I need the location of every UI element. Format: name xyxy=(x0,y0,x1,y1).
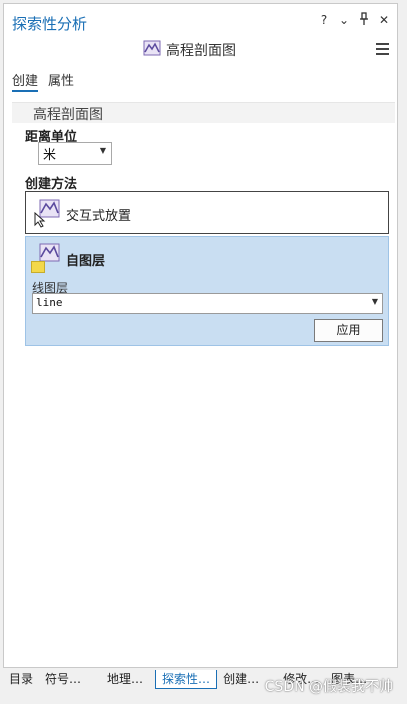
bottom-tab-create[interactable]: 创建… xyxy=(217,670,265,688)
exploratory-analysis-pane: 探索性分析 ? ⌄ ✕ 高程剖面图 创建 属性 高程剖面图 距离单位 米 ▼ 创… xyxy=(3,3,398,668)
bottom-tab-catalog[interactable]: 目录 xyxy=(3,670,39,688)
cursor-icon xyxy=(34,212,46,228)
chevron-down-icon[interactable]: ⌄ xyxy=(337,12,351,28)
tool-header: 高程剖面图 xyxy=(4,38,397,60)
hamburger-menu-icon[interactable] xyxy=(376,43,389,58)
chevron-down-icon: ▼ xyxy=(99,146,106,155)
from-layer-label: 自图层 xyxy=(66,254,106,269)
line-layer-value: line xyxy=(36,296,63,309)
close-icon[interactable]: ✕ xyxy=(377,12,391,28)
pin-icon[interactable] xyxy=(357,12,371,28)
bottom-tab-symbology[interactable]: 符号… xyxy=(39,670,87,688)
bottom-tab-exploratory[interactable]: 探索性… xyxy=(155,669,218,689)
section-header: 高程剖面图 xyxy=(12,102,395,123)
tool-title: 高程剖面图 xyxy=(166,43,236,59)
layer-icon xyxy=(31,261,45,273)
help-icon[interactable]: ? xyxy=(317,12,331,28)
distance-unit-value: 米 xyxy=(43,148,57,163)
tab-properties[interactable]: 属性 xyxy=(48,70,74,92)
creation-method-label: 创建方法 xyxy=(25,177,78,192)
distance-unit-select[interactable]: 米 ▼ xyxy=(38,142,112,165)
chevron-down-icon: ▼ xyxy=(371,297,378,306)
pane-title: 探索性分析 xyxy=(12,15,88,33)
tool-tabs: 创建 属性 xyxy=(12,70,74,92)
from-layer-panel[interactable]: 自图层 线图层 line ▼ 应用 xyxy=(25,236,389,346)
apply-button[interactable]: 应用 xyxy=(314,319,383,342)
elevation-profile-icon xyxy=(143,40,161,56)
section-title: 高程剖面图 xyxy=(33,107,103,123)
pane-titlebar: 探索性分析 ? ⌄ ✕ xyxy=(4,4,397,40)
watermark: CSDN @假装我不帅 xyxy=(264,679,393,695)
interactive-placement-label: 交互式放置 xyxy=(66,209,132,224)
tab-create[interactable]: 创建 xyxy=(12,70,39,92)
line-layer-select[interactable]: line ▼ xyxy=(32,293,383,314)
interactive-placement-button[interactable]: 交互式放置 xyxy=(25,191,389,234)
bottom-tab-geoprocessing[interactable]: 地理… xyxy=(101,670,149,688)
titlebar-controls: ? ⌄ ✕ xyxy=(317,12,391,28)
